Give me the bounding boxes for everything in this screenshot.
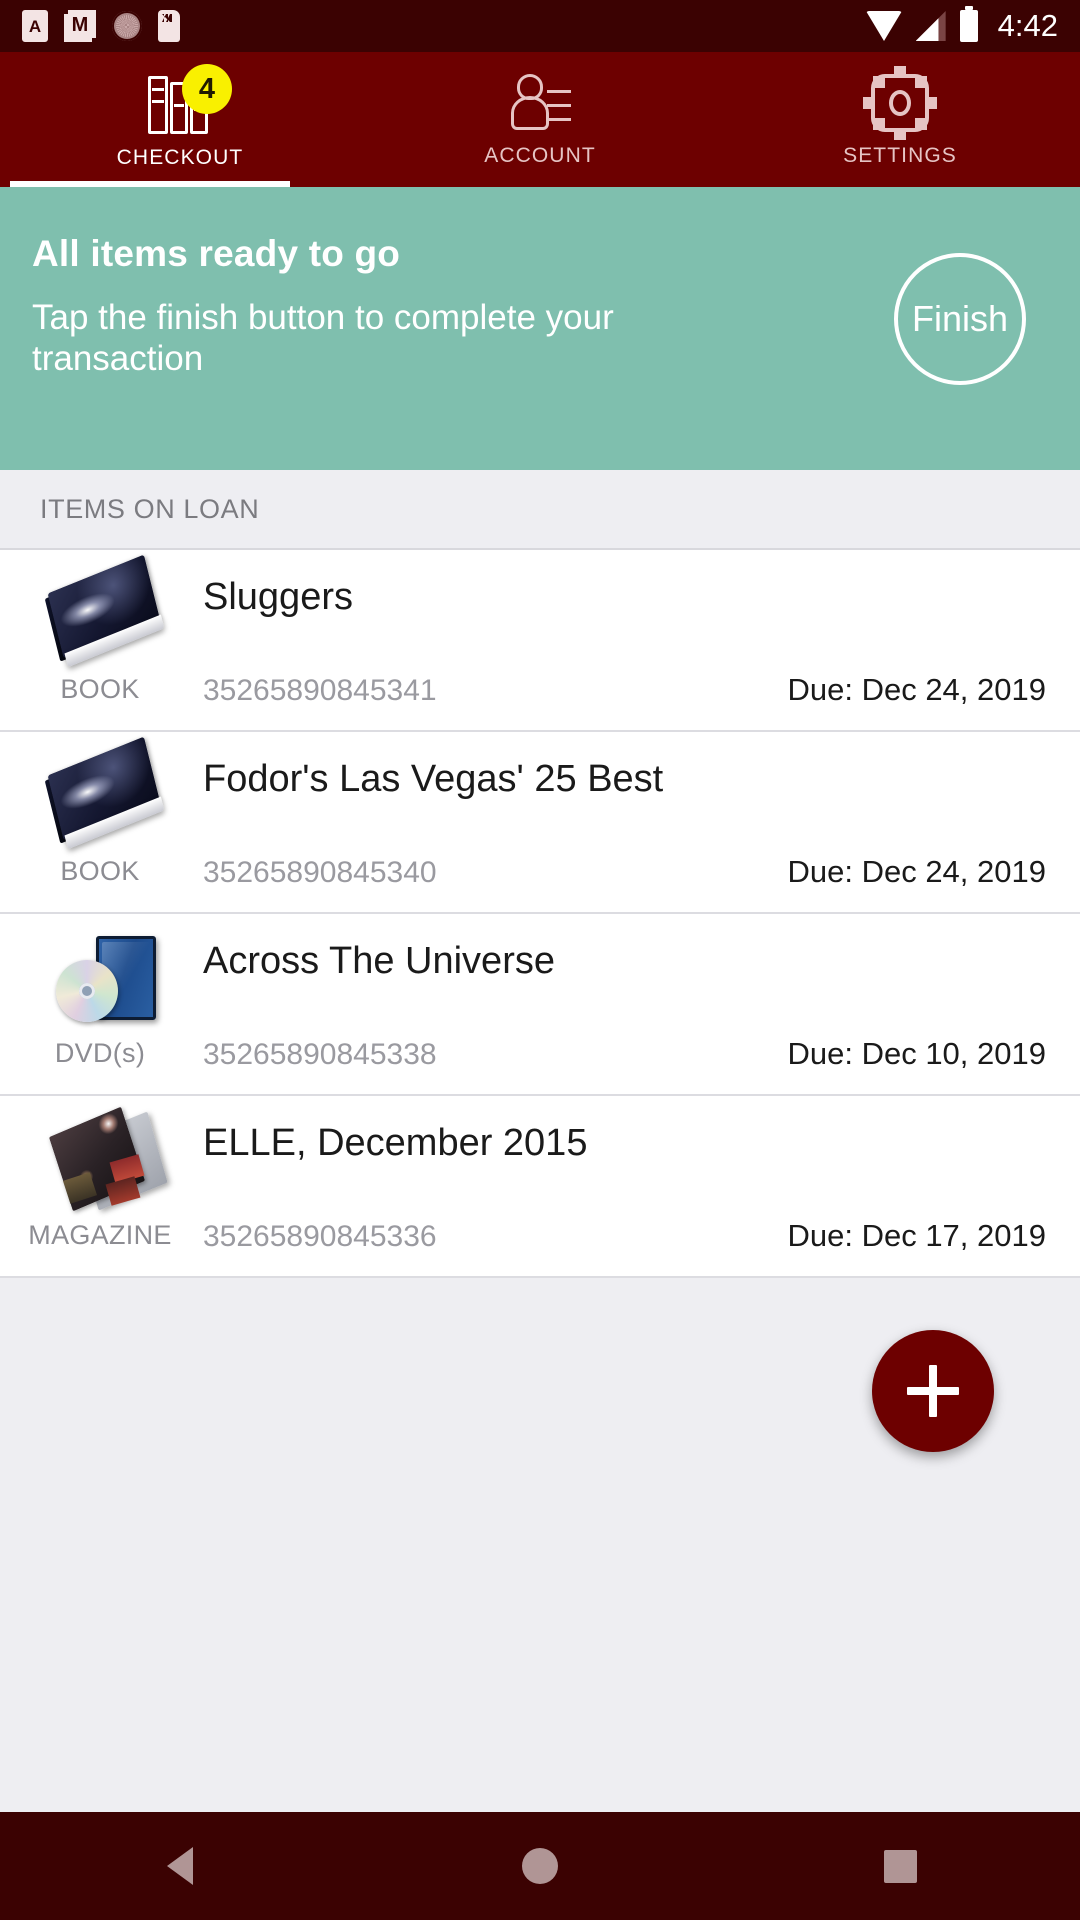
- status-bar-notification-icons: A M: [22, 10, 180, 42]
- item-type: BOOK: [60, 674, 140, 704]
- magazine-icon: [48, 1106, 170, 1212]
- finish-button[interactable]: Finish: [894, 253, 1026, 385]
- item-barcode: 35265890845341: [203, 674, 437, 707]
- tab-checkout-label: CHECKOUT: [116, 146, 244, 169]
- tab-settings-label: SETTINGS: [843, 144, 957, 167]
- authenticator-icon: A: [22, 10, 48, 42]
- system-nav-bar: [0, 1812, 1080, 1920]
- table-row[interactable]: ELLE, December 2015 MAGAZINE 35265890845…: [0, 1096, 1080, 1278]
- items-on-loan-list: Sluggers BOOK 35265890845341 Due: Dec 24…: [0, 550, 1080, 1278]
- gmail-icon: M: [64, 10, 96, 42]
- cell-signal-icon: [915, 11, 946, 41]
- item-barcode: 35265890845338: [203, 1038, 437, 1071]
- nav-recents-button[interactable]: [720, 1849, 1080, 1883]
- wifi-icon: [865, 11, 902, 41]
- item-title: ELLE, December 2015: [203, 1122, 588, 1164]
- plus-icon: [907, 1365, 959, 1417]
- nav-back-button[interactable]: [0, 1847, 360, 1885]
- app-screen: A M 4:42 4 CHECKOUT ACCOUNT SETTINGS All…: [0, 0, 1080, 1920]
- tab-account-label: ACCOUNT: [484, 144, 596, 167]
- status-banner: All items ready to go Tap the finish but…: [0, 187, 1080, 470]
- table-row[interactable]: Fodor's Las Vegas' 25 Best BOOK 35265890…: [0, 732, 1080, 914]
- item-barcode: 35265890845336: [203, 1220, 437, 1253]
- nav-home-button[interactable]: [360, 1848, 720, 1884]
- item-type: BOOK: [60, 856, 140, 886]
- item-due-date: Due: Dec 17, 2019: [787, 1218, 1046, 1253]
- item-due-date: Due: Dec 24, 2019: [787, 672, 1046, 707]
- table-row[interactable]: Sluggers BOOK 35265890845341 Due: Dec 24…: [0, 550, 1080, 732]
- add-item-fab[interactable]: [872, 1330, 994, 1452]
- item-title: Sluggers: [203, 576, 353, 618]
- table-row[interactable]: Across The Universe DVD(s) 3526589084533…: [0, 914, 1080, 1096]
- item-title: Fodor's Las Vegas' 25 Best: [203, 758, 664, 800]
- active-tab-indicator: [10, 181, 290, 187]
- books-icon: 4: [148, 64, 232, 134]
- gear-icon: [863, 66, 937, 140]
- item-type: DVD(s): [54, 1038, 146, 1068]
- battery-icon: [959, 6, 978, 42]
- back-icon: [167, 1847, 193, 1885]
- status-bar: A M 4:42: [0, 0, 1080, 52]
- item-due-date: Due: Dec 10, 2019: [787, 1036, 1046, 1071]
- section-header-items-on-loan: ITEMS ON LOAN: [0, 470, 1080, 550]
- items-section: ITEMS ON LOAN: [0, 470, 1080, 550]
- item-title: Across The Universe: [203, 940, 555, 982]
- book-icon: [44, 736, 170, 850]
- recents-icon: [883, 1849, 917, 1883]
- item-type: MAGAZINE: [28, 1220, 172, 1250]
- item-due-date: Due: Dec 24, 2019: [787, 854, 1046, 889]
- banner-title: All items ready to go: [32, 233, 401, 274]
- item-barcode: 35265890845340: [203, 856, 437, 889]
- status-bar-system-icons: 4:42: [865, 6, 1058, 44]
- content-empty-area: [0, 1278, 1080, 1812]
- account-icon: [509, 74, 571, 132]
- home-icon: [522, 1848, 558, 1884]
- status-bar-clock: 4:42: [997, 8, 1058, 43]
- tab-account[interactable]: ACCOUNT: [360, 52, 720, 187]
- banner-text-block: All items ready to go Tap the finish but…: [32, 225, 894, 380]
- disc-icon: [112, 11, 142, 41]
- banner-subtitle: Tap the finish button to complete your t…: [32, 298, 614, 379]
- tab-bar: 4 CHECKOUT ACCOUNT SETTINGS: [0, 52, 1080, 187]
- tab-settings[interactable]: SETTINGS: [720, 52, 1080, 187]
- dvd-icon: [50, 932, 170, 1024]
- checkout-badge-count: 4: [182, 64, 232, 114]
- tab-checkout[interactable]: 4 CHECKOUT: [0, 52, 360, 187]
- sd-card-icon: [158, 10, 180, 42]
- book-icon: [44, 554, 170, 668]
